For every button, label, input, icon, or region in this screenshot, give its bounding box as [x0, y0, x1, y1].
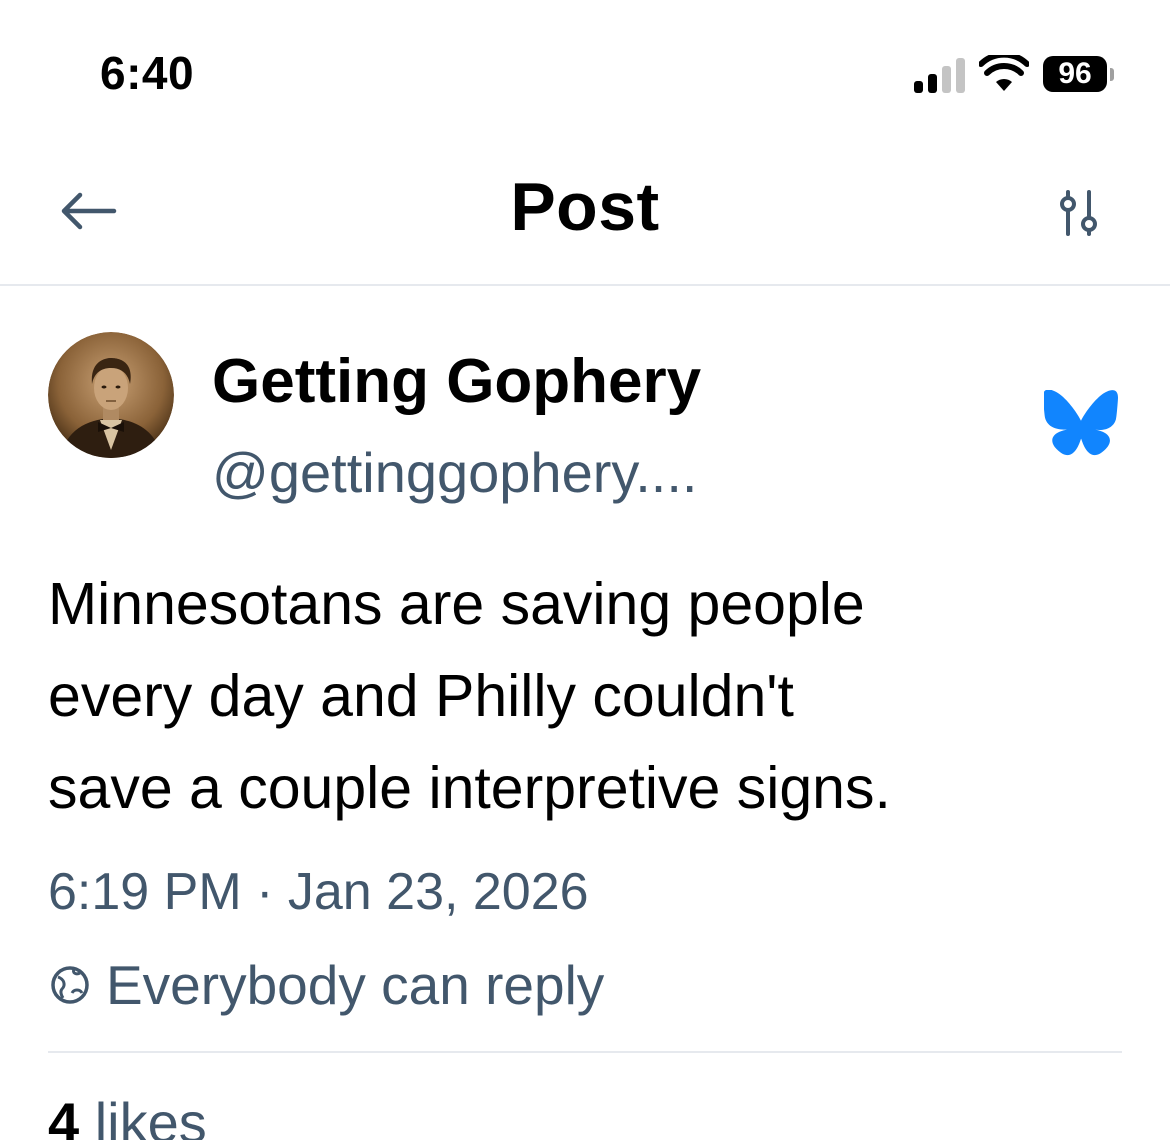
post-text: Minnesotans are saving people every day … — [48, 571, 891, 821]
status-icons: 96 — [914, 52, 1114, 96]
likes-count: 4 — [48, 1091, 80, 1140]
reply-setting[interactable]: Everybody can reply — [48, 952, 604, 1018]
post-screen: 6:40 96 Post Getting Gophery @gettinggop… — [0, 0, 1170, 1140]
cellular-signal-icon — [914, 55, 965, 93]
battery-indicator: 96 — [1043, 56, 1114, 92]
avatar[interactable] — [48, 332, 174, 458]
post-author: Getting Gophery @gettinggophery.... — [48, 332, 1122, 512]
post-timestamp[interactable]: 6:19 PM · Jan 23, 2026 — [48, 862, 589, 922]
author-name[interactable]: Getting Gophery — [212, 346, 701, 417]
likes-link[interactable]: 4 likes — [48, 1090, 207, 1140]
wifi-icon — [979, 55, 1029, 91]
reply-setting-label: Everybody can reply — [106, 954, 605, 1016]
bluesky-butterfly-icon — [1044, 390, 1118, 456]
globe-icon — [51, 966, 89, 1004]
likes-label: likes — [94, 1091, 207, 1140]
thread-settings-button[interactable] — [1044, 178, 1114, 248]
status-time: 6:40 — [100, 47, 195, 99]
divider — [48, 1051, 1122, 1053]
page-title: Post — [510, 169, 660, 245]
battery-level: 96 — [1043, 56, 1107, 92]
sliders-icon — [1060, 190, 1097, 236]
status-bar: 6:40 96 — [0, 0, 1170, 140]
header: Post — [0, 140, 1170, 286]
author-handle[interactable]: @gettinggophery.... — [212, 440, 697, 505]
